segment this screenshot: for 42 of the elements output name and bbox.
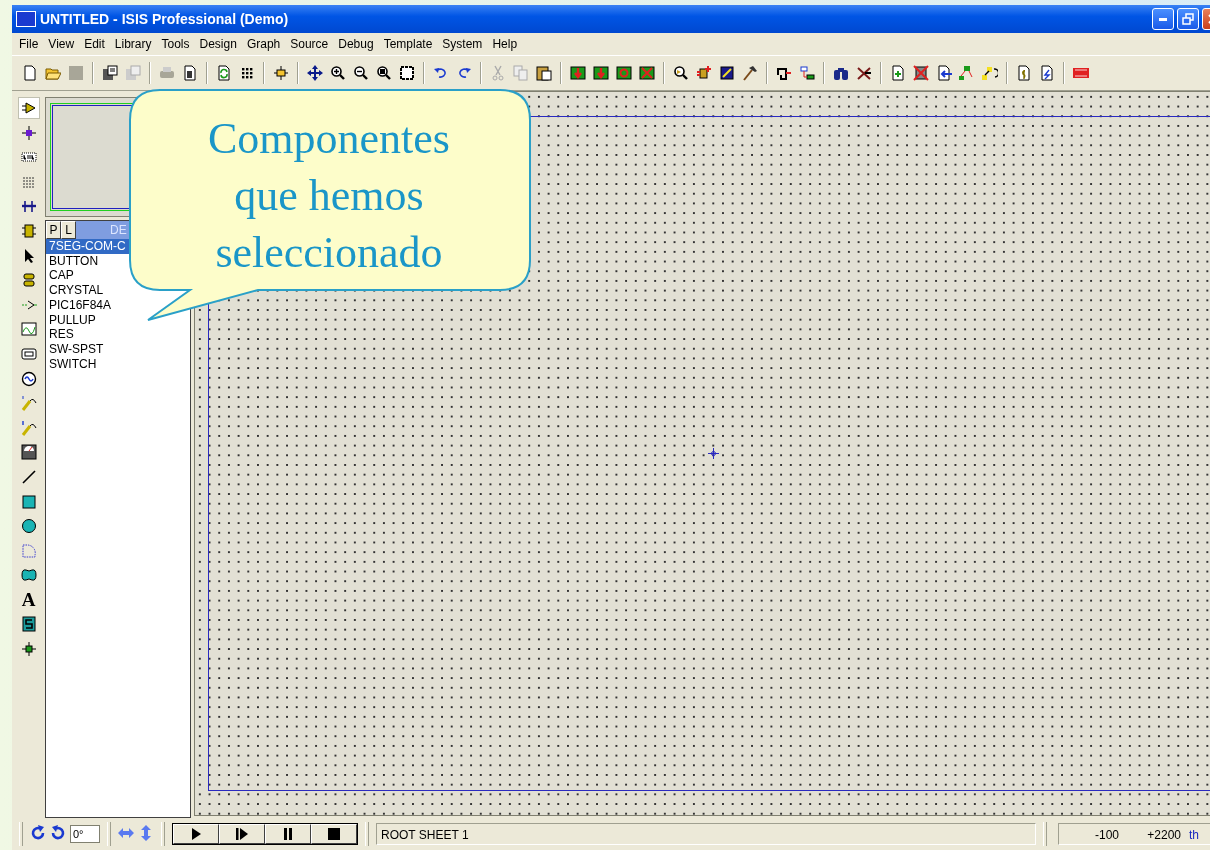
device-item[interactable]: PULLUP [46,312,190,328]
list-header: DE [110,222,127,239]
menu-item[interactable]: File [14,37,44,51]
pick-button[interactable]: P [46,221,61,239]
menu-item[interactable]: Help [487,37,523,51]
y-coordinate: +2200 [1146,827,1181,844]
play-icon [190,828,202,840]
restore-button[interactable] [1177,8,1199,30]
pick-button[interactable]: L [61,221,76,239]
play-button[interactable] [173,824,219,844]
menu-item[interactable]: Graph [241,37,286,51]
sheet-status: ROOT SHEET 1 [376,823,1036,845]
restore-icon [1182,13,1194,25]
origin-marker-icon [708,448,719,459]
units-label: th [1188,827,1199,844]
text-tool[interactable]: A [17,588,40,611]
callout-text: Componentes que hemos seleccionado [207,113,451,279]
menu-item[interactable]: Source [285,37,334,51]
component-icon[interactable] [17,97,40,119]
pause-icon [282,828,294,840]
step-icon [236,828,248,840]
pause-button[interactable] [265,824,311,844]
menu-item[interactable]: Tools [156,37,195,51]
angle-field[interactable]: 0° [70,825,100,843]
menu-item[interactable]: System [437,37,488,51]
minimize-icon [1159,17,1167,21]
device-item[interactable]: RES [46,327,190,342]
menu-item[interactable]: View [43,37,80,51]
window-title: UNTITLED - ISIS Professional (Demo) [40,11,289,27]
menu-item[interactable]: Library [109,37,157,51]
x-coordinate: -100 [1093,827,1119,844]
stop-icon [328,828,340,840]
menu-item[interactable]: Template [378,37,438,51]
menu-item[interactable]: Design [194,37,242,51]
device-item[interactable]: SW-SPST [46,341,190,357]
stop-button[interactable] [311,824,357,844]
minimize-button[interactable] [1152,8,1174,30]
device-item[interactable]: SWITCH [46,356,190,372]
app-icon [16,11,36,27]
menu-item[interactable]: Debug [333,37,379,51]
menu-item[interactable]: Edit [79,37,110,51]
step-button[interactable] [219,824,265,844]
